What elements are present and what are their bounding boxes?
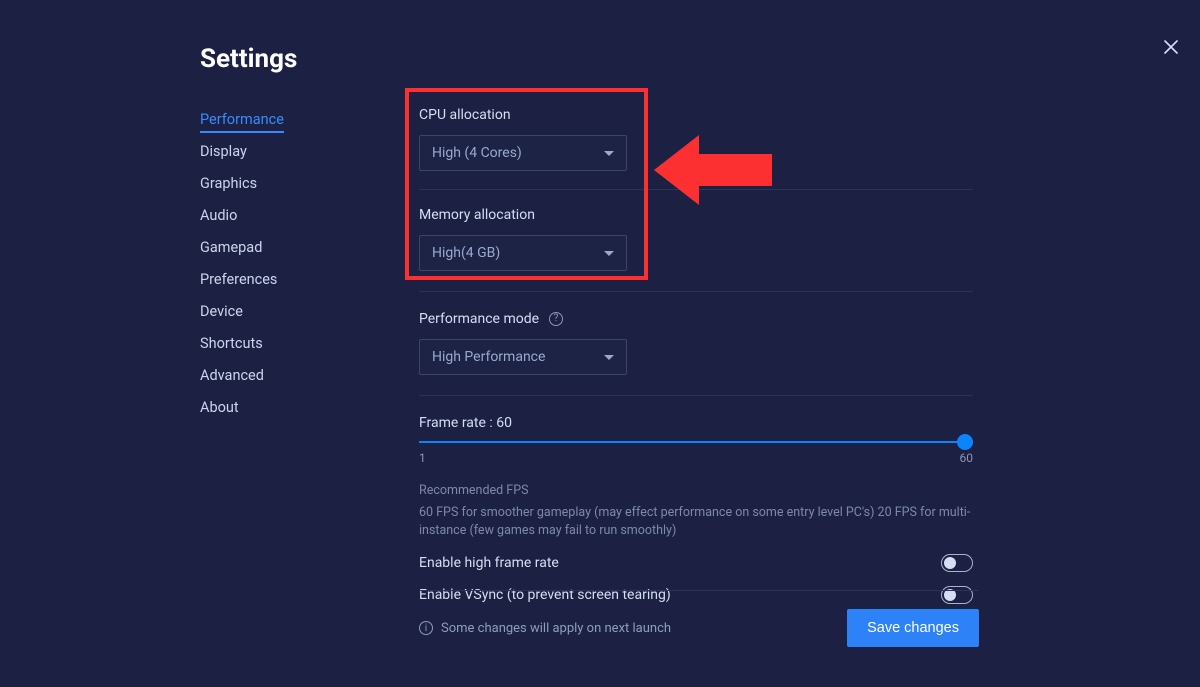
enable-high-frame-rate-toggle[interactable]: [941, 554, 973, 572]
performance-mode-label: Performance mode: [419, 311, 539, 327]
footer-info-text: Some changes will apply on next launch: [441, 621, 671, 636]
sidebar-item-audio[interactable]: Audio: [200, 200, 237, 231]
divider: [419, 395, 973, 396]
cpu-allocation-dropdown[interactable]: High (4 Cores): [419, 135, 627, 171]
slider-thumb[interactable]: [957, 434, 973, 450]
sidebar-item-gamepad[interactable]: Gamepad: [200, 232, 262, 263]
recommended-fps-title: Recommended FPS: [419, 483, 979, 498]
sidebar-item-device[interactable]: Device: [200, 296, 243, 327]
sidebar-item-performance[interactable]: Performance: [200, 104, 284, 133]
save-changes-button[interactable]: Save changes: [847, 609, 979, 647]
divider: [419, 291, 973, 292]
footer-info: i Some changes will apply on next launch: [419, 621, 671, 636]
memory-allocation-label: Memory allocation: [419, 207, 535, 223]
close-icon: [1164, 40, 1178, 54]
close-button[interactable]: [1164, 38, 1178, 59]
cpu-allocation-value: High (4 Cores): [432, 145, 522, 161]
caret-down-icon: [604, 151, 614, 156]
info-icon: i: [419, 621, 433, 635]
frame-rate-slider[interactable]: [419, 441, 973, 443]
caret-down-icon: [604, 355, 614, 360]
sidebar: Performance Display Graphics Audio Gamep…: [200, 104, 340, 424]
page-title: Settings: [200, 44, 297, 74]
slider-range-labels: 1 60: [419, 451, 973, 465]
performance-mode-value: High Performance: [432, 349, 545, 365]
divider: [419, 189, 973, 190]
caret-down-icon: [604, 251, 614, 256]
toggle-knob: [944, 557, 956, 569]
frame-rate-label: Frame rate : 60: [419, 415, 512, 431]
memory-allocation-dropdown[interactable]: High(4 GB): [419, 235, 627, 271]
memory-allocation-value: High(4 GB): [432, 245, 500, 261]
performance-panel: CPU allocation High (4 Cores) Memory all…: [419, 92, 979, 604]
help-icon[interactable]: ?: [549, 312, 563, 326]
slider-min: 1: [419, 451, 426, 465]
sidebar-item-shortcuts[interactable]: Shortcuts: [200, 328, 263, 359]
footer-bar: i Some changes will apply on next launch…: [419, 590, 979, 647]
cpu-allocation-label: CPU allocation: [419, 107, 511, 123]
sidebar-item-display[interactable]: Display: [200, 136, 247, 167]
slider-track: [419, 441, 973, 443]
sidebar-item-preferences[interactable]: Preferences: [200, 264, 277, 295]
sidebar-item-about[interactable]: About: [200, 392, 239, 423]
recommended-fps-text: 60 FPS for smoother gameplay (may effect…: [419, 504, 974, 540]
enable-high-frame-rate-label: Enable high frame rate: [419, 555, 559, 571]
performance-mode-dropdown[interactable]: High Performance: [419, 339, 627, 375]
slider-max: 60: [960, 451, 974, 465]
sidebar-item-graphics[interactable]: Graphics: [200, 168, 257, 199]
sidebar-item-advanced[interactable]: Advanced: [200, 360, 264, 391]
